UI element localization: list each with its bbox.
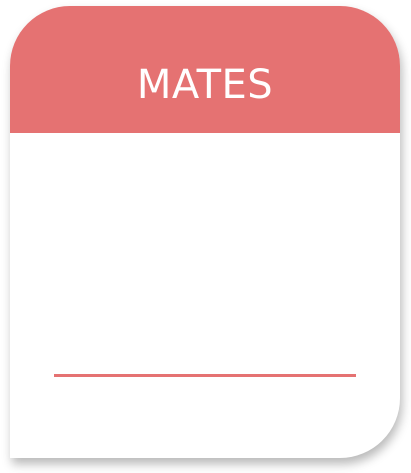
writing-line <box>54 374 356 377</box>
name-label-card: MATES <box>10 6 400 458</box>
label-title: MATES <box>136 62 274 108</box>
label-header-band: MATES <box>10 6 400 133</box>
